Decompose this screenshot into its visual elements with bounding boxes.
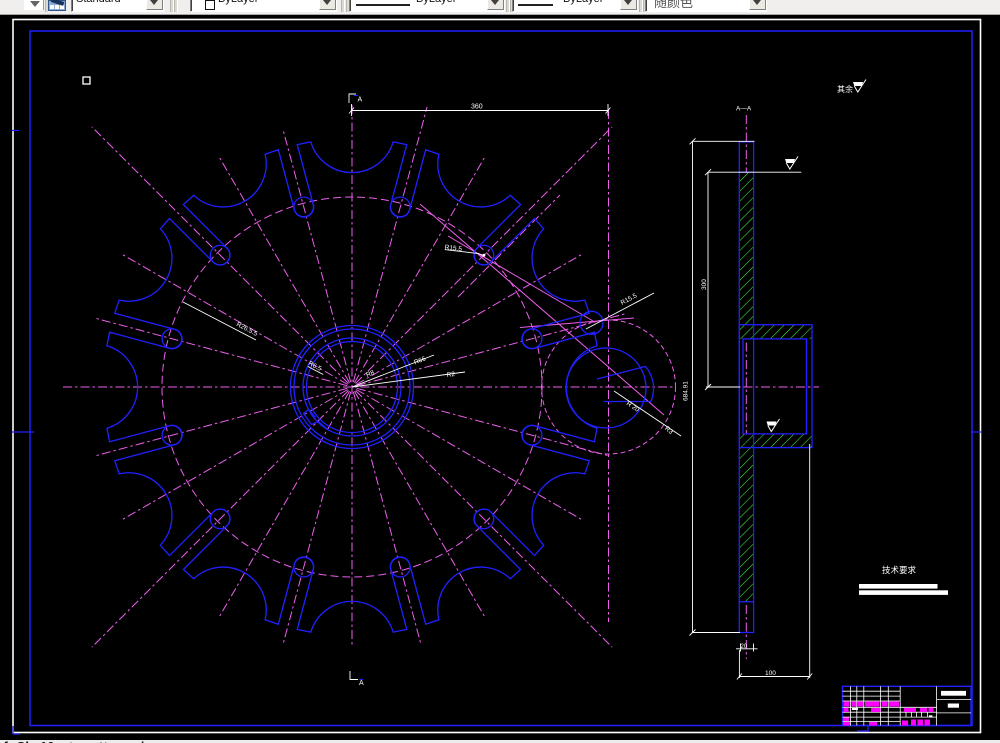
svg-text:20: 20 (741, 644, 748, 650)
svg-text:R2: R2 (446, 371, 456, 379)
svg-text:360: 360 (471, 104, 483, 111)
svg-text:R15.5: R15.5 (444, 244, 462, 253)
svg-text:R8: R8 (365, 369, 376, 379)
svg-text:A: A (359, 680, 364, 687)
svg-text:R15.5: R15.5 (620, 292, 639, 307)
svg-text:其余: 其余 (837, 84, 853, 94)
svg-text:R66: R66 (413, 355, 427, 366)
svg-text:300: 300 (701, 279, 708, 290)
svg-text:A: A (358, 97, 363, 104)
svg-text:684.91: 684.91 (683, 381, 690, 401)
svg-text:技术要求: 技术要求 (882, 565, 917, 575)
svg-text:R3: R3 (663, 425, 674, 436)
svg-text:100: 100 (765, 670, 776, 677)
svg-text:A—A: A—A (736, 106, 752, 113)
